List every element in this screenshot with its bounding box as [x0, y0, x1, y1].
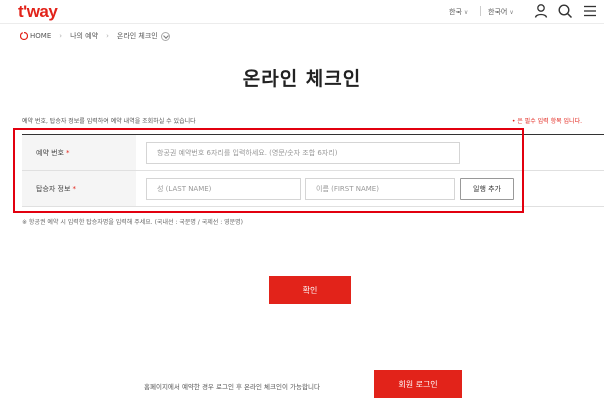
breadcrumb-home[interactable]: HOME — [20, 32, 51, 40]
search-icon[interactable] — [557, 3, 573, 19]
required-field-note: • 은 필수 입력 항목 입니다. — [511, 118, 582, 125]
chevron-right-icon: › — [59, 32, 63, 40]
breadcrumb-my-booking[interactable]: 나의 예약 — [70, 31, 98, 41]
form-description: 예약 번호, 탑승자 정보를 입력하여 예약 내역을 조회하실 수 있습니다 — [22, 118, 196, 125]
chevron-down-icon: ∨ — [463, 9, 469, 16]
hamburger-menu-icon[interactable] — [582, 3, 598, 19]
breadcrumb-online-checkin-label: 온라인 체크인 — [116, 32, 158, 40]
language-label: 한국어 — [488, 8, 508, 16]
member-login-button[interactable]: 회원 로그인 — [374, 370, 462, 398]
chevron-down-circle-icon[interactable] — [160, 31, 170, 41]
tway-logo[interactable]: t'way — [18, 2, 58, 22]
page-title: 온라인 체크인 — [242, 68, 362, 90]
breadcrumb-my-booking-label: 나의 예약 — [70, 32, 99, 40]
breadcrumb-home-label: HOME — [30, 32, 52, 40]
confirm-button[interactable]: 확인 — [269, 276, 351, 304]
breadcrumb: HOME › 나의 예약 › 온라인 체크인 — [20, 30, 170, 42]
highlight-annotation-box — [13, 128, 524, 213]
country-selector[interactable]: 한국 ∨ — [449, 7, 468, 17]
top-header: t'way 한국 ∨ 한국어 ∨ — [0, 0, 604, 24]
home-icon — [20, 32, 28, 40]
chevron-right-icon: › — [106, 32, 109, 40]
member-login-info: 홈페이지에서 예약한 경우 로그인 후 온라인 체크인이 가능합니다 — [144, 383, 320, 391]
user-icon[interactable] — [533, 3, 549, 19]
breadcrumb-online-checkin[interactable]: 온라인 체크인 — [117, 31, 170, 41]
country-label: 한국 — [449, 8, 462, 16]
chevron-down-icon: ∨ — [509, 9, 514, 16]
passenger-name-footnote: ※ 항공권 예약 시 입력한 탑승자명을 입력해 주세요. (국내선 : 국문명… — [22, 219, 244, 226]
language-selector[interactable]: 한국어 ∨ — [488, 7, 514, 17]
header-divider — [480, 6, 481, 16]
